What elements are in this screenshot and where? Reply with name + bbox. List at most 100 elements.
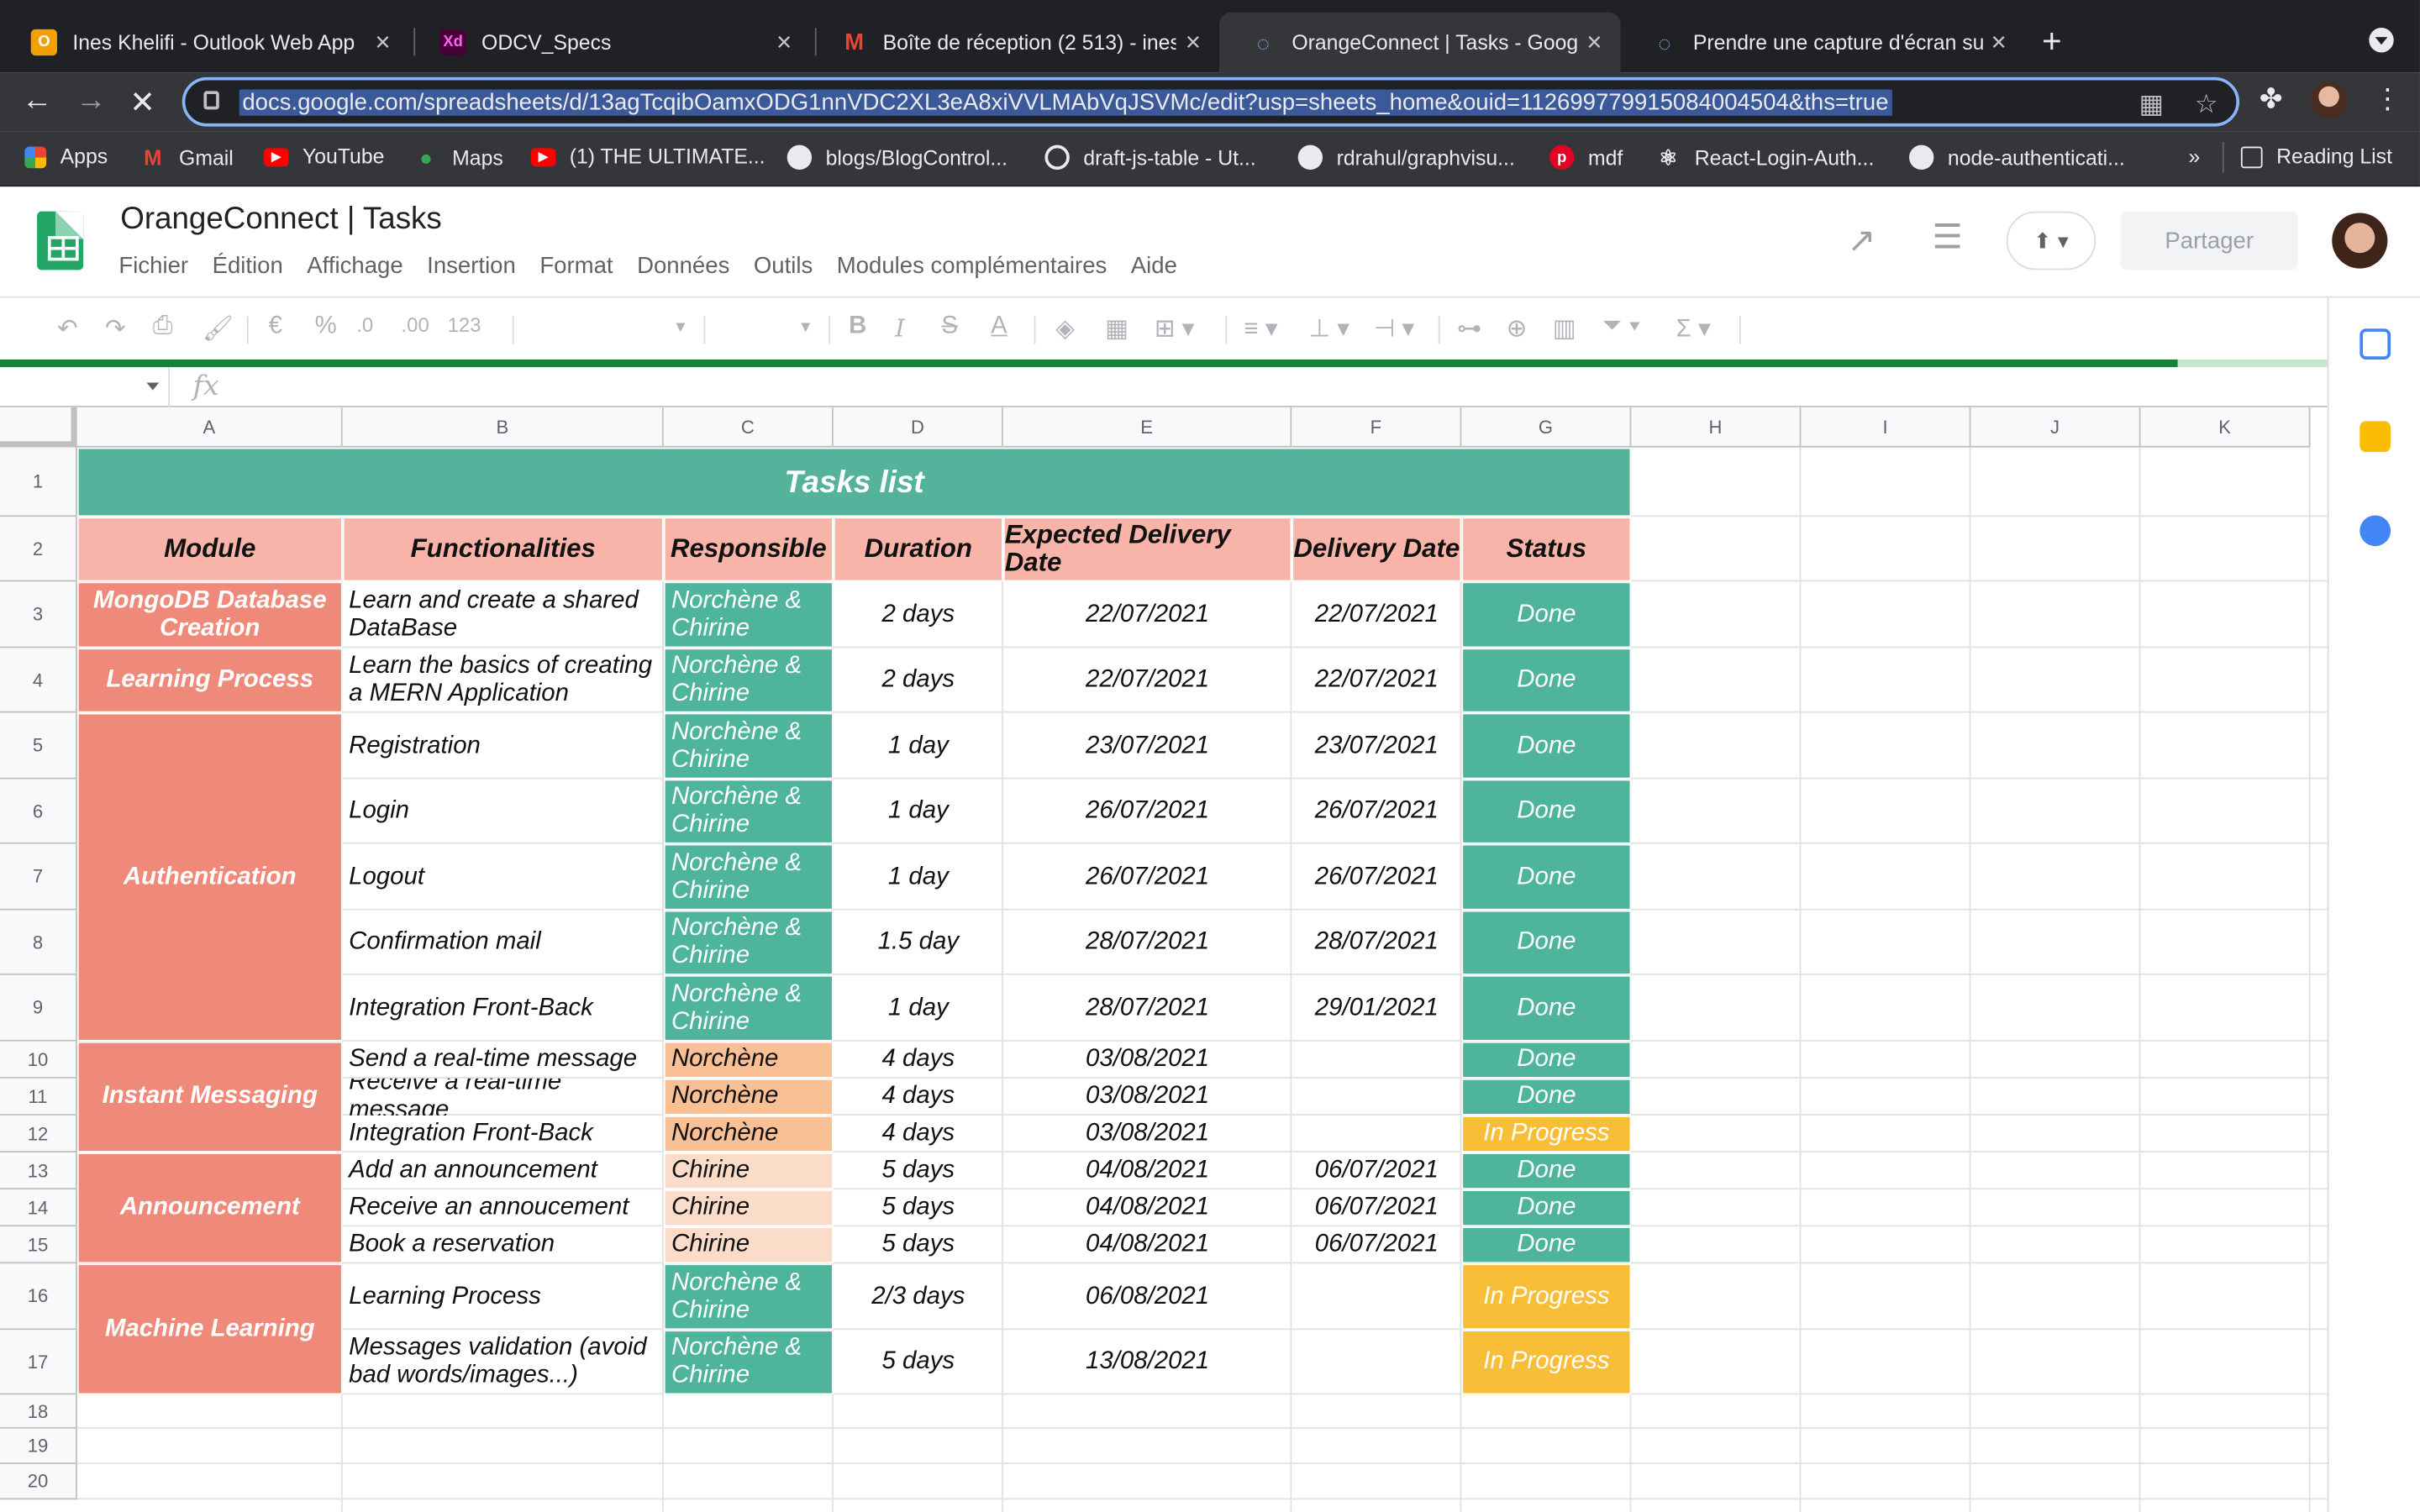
responsible-cell[interactable]: Norchène xyxy=(663,1115,834,1153)
module-machine-learning[interactable]: Machine Learning xyxy=(76,1263,343,1395)
menu-edition[interactable]: Édition xyxy=(213,253,283,279)
expected-date-cell[interactable]: 04/08/2021 xyxy=(1003,1226,1292,1263)
functionality-cell[interactable]: Messages validation (avoid bad words/ima… xyxy=(343,1330,664,1394)
menu-affichage[interactable]: Affichage xyxy=(307,253,402,279)
responsible-cell[interactable]: Norchène & Chirine xyxy=(663,1330,834,1395)
duration-cell[interactable]: 5 days xyxy=(834,1330,1003,1394)
module-learning-process[interactable]: Learning Process xyxy=(76,648,343,713)
expected-date-cell[interactable]: 06/08/2021 xyxy=(1003,1263,1292,1330)
expected-date-cell[interactable]: 28/07/2021 xyxy=(1003,911,1292,975)
expected-date-cell[interactable]: 03/08/2021 xyxy=(1003,1079,1292,1116)
back-arrow-icon[interactable]: ← xyxy=(22,83,53,118)
functionality-cell[interactable]: Receive a real-time message xyxy=(343,1079,664,1116)
duration-cell[interactable]: 4 days xyxy=(834,1116,1003,1152)
module-instant-messaging[interactable]: Instant Messaging xyxy=(76,1041,343,1153)
duration-cell[interactable]: 1 day xyxy=(834,975,1003,1042)
expected-date-cell[interactable]: 23/07/2021 xyxy=(1003,713,1292,780)
qr-code-icon[interactable]: ▦ xyxy=(2139,90,2165,121)
responsible-cell[interactable]: Norchène xyxy=(663,1078,834,1116)
bookmark-node-auth[interactable]: node-authenticati... xyxy=(1908,144,2125,171)
address-bar[interactable]: docs.google.com/spreadsheets/d/13agTcqib… xyxy=(182,76,2240,127)
bookmark-star-icon[interactable]: ☆ xyxy=(2195,90,2218,121)
reading-list-button[interactable]: Reading List xyxy=(2240,145,2392,168)
duration-cell[interactable]: 2 days xyxy=(834,581,1003,648)
fill-color-icon[interactable]: ◈ xyxy=(1055,313,1075,344)
close-icon[interactable]: × xyxy=(776,28,792,59)
url-text[interactable]: docs.google.com/spreadsheets/d/13agTcqib… xyxy=(239,89,1892,116)
header-functionalities[interactable]: Functionalities xyxy=(342,517,664,582)
table-title[interactable]: Tasks list xyxy=(76,447,1632,517)
delivery-date-cell[interactable]: 06/07/2021 xyxy=(1292,1226,1461,1263)
row-header-15[interactable]: 15 xyxy=(0,1226,77,1264)
status-cell[interactable]: Done xyxy=(1461,974,1632,1042)
vertical-align-icon[interactable]: ⊥ ▾ xyxy=(1309,313,1350,344)
menu-outils[interactable]: Outils xyxy=(754,253,813,279)
row-header-2[interactable]: 2 xyxy=(0,517,77,582)
name-box[interactable] xyxy=(0,367,171,407)
module-authentication[interactable]: Authentication xyxy=(76,712,343,1042)
column-header-i[interactable]: I xyxy=(1801,407,1971,448)
spreadsheet-grid[interactable]: A B C D E F G H I J K 1 2 3 4 5 6 7 8 9 10 11 12 13 14 15 16 17 18 19… xyxy=(0,407,2328,1512)
row-header-12[interactable]: 12 xyxy=(0,1115,77,1153)
delivery-date-cell[interactable]: 26/07/2021 xyxy=(1292,780,1461,844)
row-header-3[interactable]: 3 xyxy=(0,581,77,648)
close-icon[interactable]: × xyxy=(375,28,390,59)
tab-orangeconnect-tasks[interactable]: ◌ OrangeConnect | Tasks - Goog × xyxy=(1218,12,1621,73)
sheets-logo-icon[interactable] xyxy=(37,211,84,270)
undo-icon[interactable]: ↶ xyxy=(57,313,78,344)
duration-cell[interactable]: 5 days xyxy=(834,1189,1003,1226)
delivery-date-cell[interactable]: 22/07/2021 xyxy=(1292,648,1461,712)
status-cell[interactable]: Done xyxy=(1461,1041,1632,1079)
responsible-cell[interactable]: Norchène & Chirine xyxy=(663,581,834,648)
row-header-4[interactable]: 4 xyxy=(0,648,77,713)
stop-loading-icon[interactable]: ✕ xyxy=(129,83,155,122)
bookmark-graphvisu[interactable]: rdrahul/graphvisu... xyxy=(1297,144,1515,171)
keep-notes-icon[interactable] xyxy=(2360,421,2391,453)
tab-gmail[interactable]: M Boîte de réception (2 513) - ines × xyxy=(810,13,1219,73)
column-header-e[interactable]: E xyxy=(1002,407,1292,448)
column-header-d[interactable]: D xyxy=(833,407,1003,448)
functionality-cell[interactable]: Integration Front-Back xyxy=(343,1116,664,1152)
responsible-cell[interactable]: Norchène & Chirine xyxy=(663,843,834,911)
new-tab-button[interactable]: + xyxy=(2042,22,2062,62)
duration-cell[interactable]: 4 days xyxy=(834,1079,1003,1116)
status-cell[interactable]: In Progress xyxy=(1461,1330,1632,1395)
strikethrough-icon[interactable]: S xyxy=(941,313,958,341)
bookmark-youtube[interactable]: ▶ YouTube xyxy=(264,145,384,168)
redo-icon[interactable]: ↷ xyxy=(105,313,126,344)
row-header-13[interactable]: 13 xyxy=(0,1152,77,1190)
status-cell[interactable]: Done xyxy=(1461,1152,1632,1190)
tasks-check-icon[interactable] xyxy=(2360,515,2391,547)
insert-link-icon[interactable]: ⊶ xyxy=(1457,313,1481,344)
bookmarks-overflow[interactable]: » xyxy=(2188,145,2200,169)
row-header-16[interactable]: 16 xyxy=(0,1263,77,1331)
functionality-cell[interactable]: Logout xyxy=(343,844,664,911)
responsible-cell[interactable]: Norchène & Chirine xyxy=(663,910,834,975)
column-header-h[interactable]: H xyxy=(1631,407,1802,448)
column-header-k[interactable]: K xyxy=(2140,407,2311,448)
expected-date-cell[interactable]: 13/08/2021 xyxy=(1003,1330,1292,1394)
bookmark-blogs[interactable]: blogs/BlogControl... xyxy=(786,144,1007,171)
delivery-date-cell[interactable]: 06/07/2021 xyxy=(1292,1189,1461,1226)
row-header-7[interactable]: 7 xyxy=(0,843,77,911)
functionality-cell[interactable]: Registration xyxy=(343,713,664,780)
text-wrap-icon[interactable]: ⊣ ▾ xyxy=(1374,313,1415,344)
bookmark-maps[interactable]: ● Maps xyxy=(413,145,503,170)
status-cell[interactable]: Done xyxy=(1461,1078,1632,1116)
functionality-cell[interactable]: Send a real-time message xyxy=(343,1042,664,1079)
bookmark-apps[interactable]: Apps xyxy=(24,145,108,168)
more-vert-icon[interactable]: ⋮ xyxy=(2374,83,2402,116)
module-announcement[interactable]: Announcement xyxy=(76,1152,343,1264)
insert-comment-icon[interactable]: ⊕ xyxy=(1507,313,1528,344)
column-header-g[interactable]: G xyxy=(1461,407,1632,448)
status-cell[interactable]: Done xyxy=(1461,1189,1632,1227)
delivery-date-cell[interactable]: 06/07/2021 xyxy=(1292,1152,1461,1189)
status-cell[interactable]: Done xyxy=(1461,581,1632,648)
document-title[interactable]: OrangeConnect | Tasks xyxy=(120,202,442,238)
status-cell[interactable]: Done xyxy=(1461,1226,1632,1264)
functionality-cell[interactable]: Integration Front-Back xyxy=(343,975,664,1042)
tab-outlook[interactable]: O Ines Khelifi - Outlook Web App × xyxy=(0,13,409,73)
bookmark-draft-js-table[interactable]: draft-js-table - Ut... xyxy=(1044,144,1256,171)
borders-icon[interactable]: ▦ xyxy=(1105,313,1128,344)
responsible-cell[interactable]: Chirine xyxy=(663,1226,834,1264)
